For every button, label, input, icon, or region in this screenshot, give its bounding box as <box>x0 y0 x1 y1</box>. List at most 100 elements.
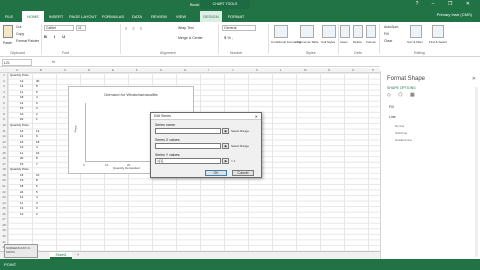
clear-button[interactable]: Clear <box>384 39 392 43</box>
cell[interactable]: 3 <box>36 106 38 111</box>
cell[interactable]: 3 <box>36 201 38 206</box>
row-header[interactable]: 6 <box>0 101 8 106</box>
name-box[interactable]: L21 <box>2 59 32 66</box>
row-header[interactable]: 15 <box>0 151 8 156</box>
add-sheet-icon[interactable]: + <box>74 252 82 259</box>
row-header[interactable]: 8 <box>0 112 8 117</box>
pane-scrollbar[interactable] <box>475 87 478 257</box>
row-header[interactable]: 20 <box>0 178 8 183</box>
row-header[interactable]: 19 <box>0 173 8 178</box>
cell[interactable]: 4 <box>36 145 38 150</box>
cell-styles-icon[interactable] <box>322 25 336 38</box>
cell[interactable]: 18 <box>36 140 39 145</box>
row-header[interactable]: 14 <box>0 145 8 150</box>
insert-cells-button[interactable]: Insert <box>340 40 348 44</box>
row-header[interactable]: 2 <box>0 79 8 84</box>
chart-title[interactable]: Demand for Whatchamacallits <box>69 92 193 97</box>
tab-page-layout[interactable]: PAGE LAYOUT <box>68 11 98 22</box>
format-cells-icon[interactable] <box>366 25 376 38</box>
cell[interactable]: 11 <box>20 151 23 156</box>
row-header[interactable]: 25 <box>0 206 8 211</box>
close-icon[interactable]: ✕ <box>472 76 476 82</box>
cell[interactable]: 13 <box>20 206 23 211</box>
cell[interactable]: 2 <box>36 212 38 217</box>
row-header[interactable]: 30 <box>0 234 8 239</box>
cell[interactable]: 10 <box>36 173 39 178</box>
merge-center-button[interactable]: Merge & Center <box>178 36 203 40</box>
x-values-input[interactable] <box>155 143 221 149</box>
sort-filter-button[interactable]: Sort & Filter <box>407 40 423 44</box>
row-header[interactable]: 28 <box>0 223 8 228</box>
row-header[interactable]: 26 <box>0 212 8 217</box>
window-controls[interactable]: ? – ❐ ✕ <box>416 1 476 7</box>
paste-button[interactable]: Paste <box>3 41 12 45</box>
cell[interactable]: 9 <box>36 134 38 139</box>
row-header[interactable]: 1 <box>0 73 8 78</box>
cut-button[interactable]: Cut <box>16 25 21 29</box>
cell[interactable]: 5 <box>36 90 38 95</box>
row-header[interactable]: 21 <box>0 184 8 189</box>
cell[interactable]: 15 <box>20 140 23 145</box>
tab-formulas[interactable]: FORMULAS <box>100 11 126 22</box>
cell[interactable]: 18 <box>20 95 23 100</box>
cell[interactable]: 4 <box>36 195 38 200</box>
y-values-input[interactable]: ={1} <box>155 158 221 164</box>
cell[interactable]: 22 <box>20 117 23 122</box>
cancel-button[interactable]: Cancel <box>232 170 254 176</box>
user-name[interactable]: Primary Instr (CMS) <box>437 12 472 17</box>
gradient-line-option[interactable]: Gradient line <box>395 138 412 142</box>
align-icons[interactable]: ≡ ≡ ≡ <box>125 26 144 31</box>
delete-cells-button[interactable]: Delete <box>353 40 362 44</box>
format-cells-button[interactable]: Format <box>366 40 376 44</box>
cell[interactable]: 8 <box>36 178 38 183</box>
tab-data[interactable]: DATA <box>128 11 146 22</box>
font-name-select[interactable]: Calibri <box>44 25 74 31</box>
row-header[interactable]: 29 <box>0 228 8 233</box>
row-header[interactable]: 16 <box>0 156 8 161</box>
cell[interactable]: 3 <box>36 206 38 211</box>
format-painter-button[interactable]: Format Painter <box>16 39 39 43</box>
cell[interactable]: 16 <box>20 173 23 178</box>
cell[interactable]: 10 <box>20 112 23 117</box>
cell[interactable]: 12 <box>36 129 39 134</box>
find-select-button[interactable]: Find & Select <box>429 40 447 44</box>
row-header[interactable]: 22 <box>0 190 8 195</box>
cell-styles-button[interactable]: Cell Styles <box>321 40 335 44</box>
cell[interactable]: 1 <box>36 117 38 122</box>
wrap-text-button[interactable]: Wrap Text <box>178 26 194 30</box>
sheet-tab[interactable]: Sheet1 <box>50 252 72 259</box>
cell[interactable]: 30 <box>36 79 39 84</box>
cell[interactable]: 16 <box>20 129 23 134</box>
autosum-button[interactable]: AutoSum <box>384 25 398 29</box>
row-header[interactable]: 24 <box>0 201 8 206</box>
tab-format[interactable]: FORMAT <box>224 11 248 22</box>
format-as-table-button[interactable]: Format as Table <box>297 40 318 44</box>
sort-filter-icon[interactable] <box>410 25 422 38</box>
cell[interactable]: 24 <box>20 190 23 195</box>
fill-button[interactable]: Fill <box>384 32 388 36</box>
fill-line-icon[interactable]: ◇ ⬠ ▦ <box>387 92 418 98</box>
font-size-select[interactable]: 11 <box>76 25 86 31</box>
cell[interactable]: 13 <box>20 145 23 150</box>
range-picker-icon[interactable]: ▣ <box>222 128 229 134</box>
cell[interactable]: 2 <box>36 112 38 117</box>
cell[interactable]: 5 <box>36 190 38 195</box>
row-header[interactable]: 3 <box>0 84 8 89</box>
format-as-table-icon[interactable] <box>300 25 314 38</box>
cell[interactable]: 4 <box>36 95 38 100</box>
tab-home[interactable]: HOME <box>22 11 44 22</box>
series-name-input[interactable] <box>155 128 221 134</box>
delete-cells-icon[interactable] <box>353 25 363 38</box>
row-header[interactable]: 12 <box>0 134 8 139</box>
no-line-option[interactable]: No line <box>395 124 404 128</box>
row-header[interactable]: 4 <box>0 90 8 95</box>
cell[interactable]: 15 <box>20 162 23 167</box>
row-header[interactable]: 7 <box>0 106 8 111</box>
cell[interactable]: Quantity Price <box>10 167 29 172</box>
cell[interactable]: 8 <box>36 156 38 161</box>
row-header[interactable]: 13 <box>0 140 8 145</box>
close-icon[interactable]: ✕ <box>255 113 258 120</box>
cell[interactable]: 12 <box>20 79 23 84</box>
row-header[interactable]: 23 <box>0 195 8 200</box>
insert-cells-icon[interactable] <box>340 25 350 38</box>
